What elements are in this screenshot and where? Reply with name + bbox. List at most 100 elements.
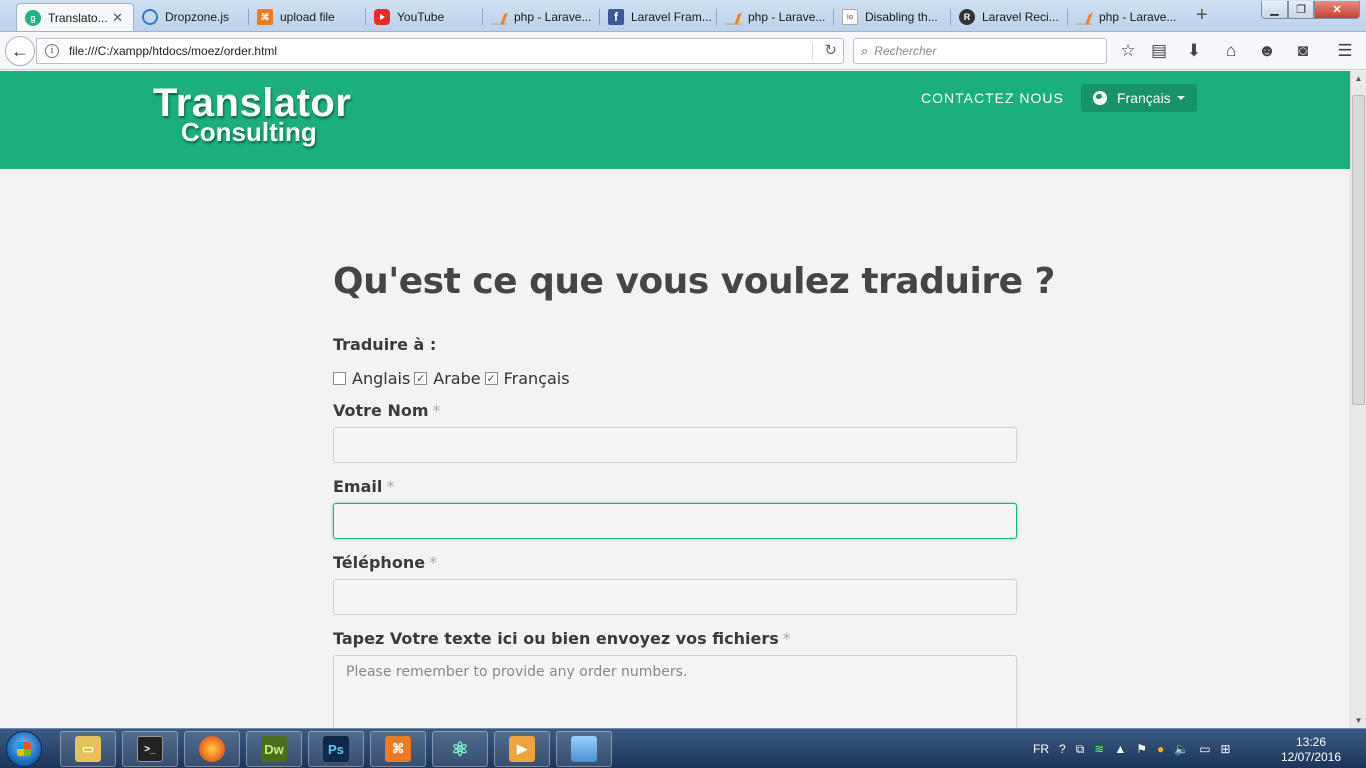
bookmarks-library-icon[interactable]: ▤ (1147, 40, 1171, 62)
laravel-recipes-icon: R (959, 9, 975, 25)
start-button[interactable] (6, 731, 42, 767)
wifi-icon[interactable]: ≋ (1094, 742, 1104, 756)
name-field[interactable] (333, 427, 1017, 463)
scroll-up-icon[interactable]: ▲ (1353, 73, 1364, 84)
text-field[interactable] (333, 655, 1017, 728)
required-mark: * (782, 629, 791, 648)
tab-dropzone[interactable]: Dropzone.js (134, 3, 249, 31)
scroll-thumb[interactable] (1352, 95, 1365, 405)
tab-translator[interactable]: g Translato... ✕ (16, 3, 134, 31)
taskbar-xampp[interactable]: ⌘ (370, 731, 426, 767)
checkbox-francais[interactable]: ✓ (484, 372, 498, 385)
checkbox-anglais[interactable] (333, 372, 346, 385)
stackoverflow-icon (1076, 9, 1092, 25)
scroll-down-icon[interactable]: ▼ (1353, 715, 1364, 726)
tab-title: Laravel Fram... (631, 10, 712, 24)
tab-title: Translato... (48, 10, 108, 25)
name-label: Votre Nom * (333, 401, 441, 420)
clock[interactable]: 13:26 12/07/2016 (1276, 735, 1346, 765)
tab-title: upload file (280, 10, 335, 24)
page-scrollbar[interactable]: ▲ ▼ (1350, 71, 1366, 728)
display-icon[interactable]: ⧉ (1076, 742, 1085, 757)
caret-down-icon (1176, 96, 1185, 100)
search-input[interactable] (874, 44, 1095, 58)
bookmark-star-icon[interactable]: ☆ (1116, 40, 1140, 62)
phone-field[interactable] (333, 579, 1017, 615)
taskbar-firefox[interactable] (184, 731, 240, 767)
tab-title: php - Larave... (748, 10, 826, 24)
pocket-icon[interactable]: ◙ (1291, 40, 1315, 62)
required-mark: * (432, 401, 441, 420)
checkbox-label-anglais: Anglais (352, 369, 411, 388)
search-bar[interactable]: ⌕ (853, 38, 1107, 64)
back-button[interactable]: ← (5, 36, 35, 66)
windows-icon[interactable]: ⊞ (1221, 742, 1231, 756)
tab-title: php - Larave... (514, 10, 592, 24)
maximize-window-button[interactable]: ❐ (1288, 1, 1314, 19)
tab-php-laravel-3[interactable]: php - Larave... (1068, 3, 1185, 31)
site-logo[interactable]: Translator Consulting (153, 83, 351, 145)
email-input[interactable] (334, 504, 1016, 538)
tab-title: Laravel Reci... (982, 10, 1059, 24)
show-hidden-icons[interactable]: ▲ (1114, 742, 1126, 756)
browser-tab-bar: g Translato... ✕ Dropzone.js ⌘ upload fi… (0, 0, 1366, 32)
firefox-icon (199, 736, 225, 762)
downloads-icon[interactable]: ⬇ (1182, 40, 1206, 62)
name-input[interactable] (334, 428, 1016, 462)
minimize-window-button[interactable]: ▁ (1261, 1, 1288, 19)
email-field[interactable] (333, 503, 1017, 539)
language-indicator[interactable]: FR (1033, 742, 1049, 756)
menu-icon[interactable]: ☰ (1333, 40, 1357, 62)
help-icon[interactable]: ? (1059, 742, 1066, 756)
tab-youtube[interactable]: YouTube (366, 3, 483, 31)
info-icon[interactable]: i (45, 44, 59, 58)
phone-input[interactable] (334, 580, 1016, 614)
taskbar-explorer[interactable]: ▭ (60, 731, 116, 767)
taskbar-dreamweaver[interactable]: Dw (246, 731, 302, 767)
close-tab-icon[interactable]: ✕ (112, 10, 123, 26)
tab-title: php - Larave... (1099, 10, 1177, 24)
reload-icon[interactable]: ↻ (824, 41, 837, 59)
tab-php-laravel-1[interactable]: php - Larave... (483, 3, 600, 31)
tab-php-laravel-2[interactable]: php - Larave... (717, 3, 834, 31)
system-tray: FR ? ⧉ ≋ ▲ ⚑ ● 🔈 ▭ ⊞ (1028, 729, 1236, 768)
taskbar-media-player[interactable]: ▶ (494, 731, 550, 767)
volume-icon[interactable]: 🔈 (1174, 742, 1189, 756)
hello-icon[interactable]: ☻ (1255, 40, 1279, 62)
photoshop-icon: Ps (323, 736, 349, 762)
taskbar-atom[interactable]: ⚛ (432, 731, 488, 767)
terminal-icon: >_ (137, 736, 163, 762)
taskbar-photoshop[interactable]: Ps (308, 731, 364, 767)
avast-icon[interactable]: ● (1157, 742, 1164, 756)
taskbar-photo-viewer[interactable] (556, 731, 612, 767)
contact-link[interactable]: CONTACTEZ NOUS (921, 90, 1064, 106)
tab-laravel-recipes[interactable]: R Laravel Reci... (951, 3, 1068, 31)
page-title: Qu'est ce que vous voulez traduire ? (333, 261, 1055, 302)
close-window-button[interactable]: ✕ (1314, 1, 1360, 19)
grammarly-icon: g (25, 9, 41, 26)
site-header: Translator Consulting CONTACTEZ NOUS Fra… (0, 71, 1350, 169)
url-bar[interactable]: i file:///C:/xampp/htdocs/moez/order.htm… (36, 38, 844, 64)
network-icon[interactable]: ▭ (1199, 742, 1210, 756)
url-text[interactable]: file:///C:/xampp/htdocs/moez/order.html (69, 44, 277, 58)
new-tab-icon[interactable]: + (1196, 4, 1208, 27)
tab-upload-file[interactable]: ⌘ upload file (249, 3, 366, 31)
photo-viewer-icon (571, 736, 597, 762)
xampp-icon: ⌘ (385, 736, 411, 762)
taskbar-terminal[interactable]: >_ (122, 731, 178, 767)
email-label: Email * (333, 477, 395, 496)
checkbox-arabe[interactable]: ✓ (414, 372, 428, 385)
language-dropdown[interactable]: Français (1081, 84, 1197, 112)
tab-disabling[interactable]: io Disabling th... (834, 3, 951, 31)
browser-nav-bar: ← i file:///C:/xampp/htdocs/moez/order.h… (0, 32, 1366, 70)
media-player-icon: ▶ (509, 736, 535, 762)
flag-icon[interactable]: ⚑ (1136, 742, 1147, 756)
home-icon[interactable]: ⌂ (1219, 40, 1243, 62)
tab-laravel-framework[interactable]: f Laravel Fram... (600, 3, 717, 31)
text-label: Tapez Votre texte ici ou bien envoyez vo… (333, 629, 791, 648)
required-mark: * (429, 553, 438, 572)
back-arrow-icon: ← (11, 40, 29, 61)
text-input[interactable] (334, 656, 1016, 728)
url-divider (812, 42, 813, 60)
tab-title: Disabling th... (865, 10, 938, 24)
